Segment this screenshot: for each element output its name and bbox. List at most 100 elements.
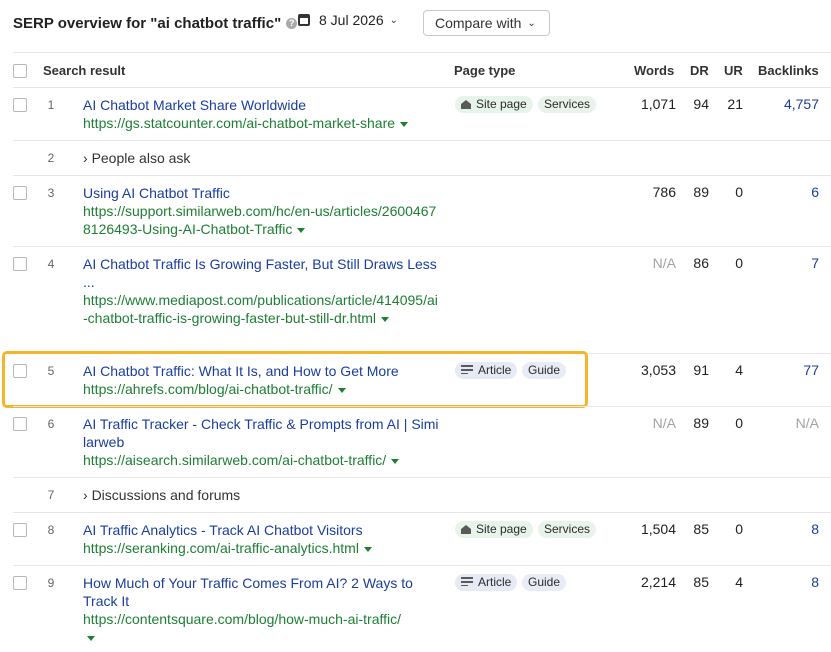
row-checkbox[interactable] [13,98,27,112]
chevron-down-icon: ⌄ [527,17,536,29]
column-search-result[interactable]: Search result [43,63,125,78]
dr-value: 94 [693,96,709,112]
words-value: 786 [652,184,676,200]
row-checkbox[interactable] [13,523,27,537]
words-value: N/A [652,255,676,271]
url-text: https://aisearch.similarweb.com/ai-chatb… [83,452,387,468]
result-url-link[interactable]: https://aisearch.similarweb.com/ai-chatb… [83,451,443,469]
result-url-link[interactable]: https://support.similarweb.com/hc/en-us/… [83,202,439,238]
divider [13,477,831,478]
divider [13,87,831,88]
result-url-link[interactable]: https://gs.statcounter.com/ai-chatbot-ma… [83,114,443,132]
backlinks-value: N/A [795,415,819,431]
column-dr[interactable]: DR [690,63,709,78]
caret-down-icon[interactable] [87,635,95,641]
ur-value: 0 [735,521,743,537]
dr-value: 86 [693,255,709,271]
divider [13,175,831,176]
ur-value: 0 [735,184,743,200]
ur-value: 0 [735,415,743,431]
chevron-right-icon: › [83,487,92,503]
tag-label: Site page [476,97,527,111]
result-title-link[interactable]: AI Chatbot Market Share Worldwide [83,96,443,114]
home-icon [461,100,471,109]
backlinks-link[interactable]: 77 [803,362,819,378]
highlight-box [2,351,588,408]
row-position: 1 [47,98,55,112]
row-position: 2 [47,151,55,165]
column-page-type[interactable]: Page type [454,63,515,78]
tag-label: Article [478,575,512,589]
divider [13,246,831,247]
article-icon [461,577,473,586]
result-title-link[interactable]: Using AI Chatbot Traffic [83,184,443,202]
compare-label: Compare with [435,15,522,31]
row-checkbox[interactable] [13,417,27,431]
chevron-down-icon: ⌄ [389,14,398,26]
backlinks-link[interactable]: 8 [811,574,819,590]
dr-value: 91 [693,362,709,378]
people-also-ask-toggle[interactable]: › People also ask [83,150,190,166]
row-checkbox[interactable] [13,257,27,271]
words-value: 2,214 [640,574,676,590]
column-words[interactable]: Words [634,63,674,78]
url-text: https://support.similarweb.com/hc/en-us/… [83,203,437,237]
result-title-link[interactable]: AI Traffic Tracker - Check Traffic & Pro… [83,415,441,451]
divider [13,52,831,53]
result-title-link[interactable]: AI Traffic Analytics - Track AI Chatbot … [83,521,443,539]
tag-guide: Guide [522,574,567,591]
discussions-forums-toggle[interactable]: › Discussions and forums [83,487,240,503]
dr-value: 85 [693,574,709,590]
divider [13,140,831,141]
column-backlinks[interactable]: Backlinks [758,63,819,78]
page-header: SERP overview for "ai chatbot traffic" ? [13,10,298,36]
column-ur[interactable]: UR [724,63,743,78]
chevron-right-icon: › [83,150,92,166]
row-position: 9 [47,576,55,590]
url-text: https://gs.statcounter.com/ai-chatbot-ma… [83,115,396,131]
ur-value: 0 [735,255,743,271]
help-icon[interactable]: ? [286,17,298,29]
result-url-link[interactable]: https://www.mediapost.com/publications/a… [83,291,439,327]
caret-down-icon[interactable] [363,546,372,552]
calendar-icon [298,14,310,26]
divider [13,565,831,566]
tag-services: Services [538,96,597,113]
tag-site-page: Site page [455,521,533,538]
tag-article: Article [455,574,518,591]
ur-value: 4 [735,362,743,378]
words-value: 1,071 [640,96,676,112]
result-title-link[interactable]: AI Chatbot Traffic Is Growing Faster, Bu… [83,255,439,291]
select-all-checkbox[interactable] [13,64,27,78]
result-url-link[interactable]: https://seranking.com/ai-traffic-analyti… [83,539,443,557]
backlinks-link[interactable]: 8 [811,521,819,537]
ur-value: 4 [735,574,743,590]
backlinks-link[interactable]: 6 [811,184,819,200]
divider [13,406,831,407]
date-label: 8 Jul 2026 [319,12,384,28]
dr-value: 85 [693,521,709,537]
url-text: https://contentsquare.com/blog/how-much-… [83,611,402,627]
result-url-link[interactable]: https://contentsquare.com/blog/how-much-… [83,610,443,646]
row-position: 7 [47,488,55,502]
section-label: People also ask [91,150,191,166]
backlinks-link[interactable]: 7 [811,255,819,271]
caret-down-icon[interactable] [391,458,400,464]
row-position: 3 [47,186,55,200]
backlinks-link[interactable]: 4,757 [784,96,819,112]
result-title-link[interactable]: How Much of Your Traffic Comes From AI? … [83,574,439,610]
caret-down-icon[interactable] [381,316,390,322]
caret-down-icon[interactable] [400,121,409,127]
row-position: 4 [47,257,55,271]
dr-value: 89 [693,184,709,200]
row-checkbox[interactable] [13,186,27,200]
dr-value: 89 [693,415,709,431]
words-value: 3,053 [640,362,676,378]
compare-with-button[interactable]: Compare with ⌄ [423,10,550,36]
home-icon [461,525,471,534]
caret-down-icon[interactable] [297,227,306,233]
row-checkbox[interactable] [13,576,27,590]
date-picker[interactable]: 8 Jul 2026 ⌄ [298,12,398,28]
tag-label: Site page [476,522,527,536]
tag-services: Services [538,521,597,538]
